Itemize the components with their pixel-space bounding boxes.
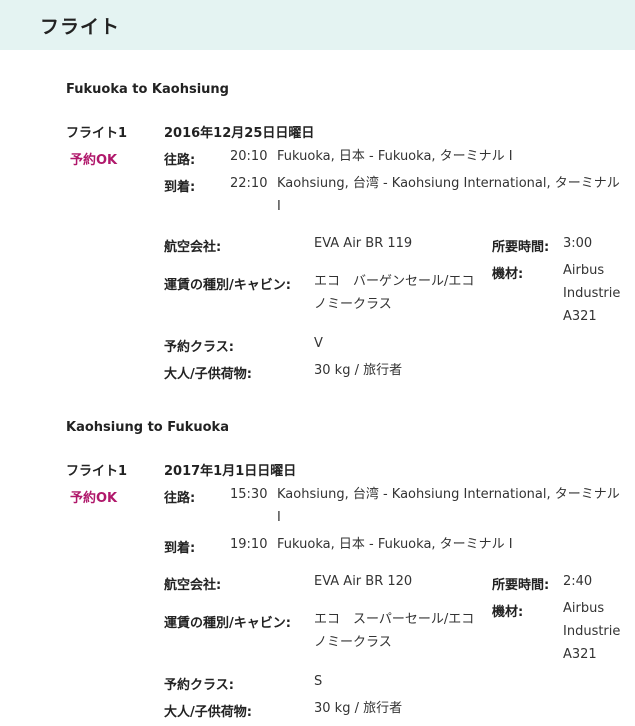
booking-class-value: V <box>314 336 323 351</box>
flight-number-label: フライト1 <box>66 126 128 141</box>
arrival-time: 22:10 <box>230 176 268 191</box>
arrival-place: Fukuoka, 日本 - Fukuoka, ターミナル I <box>277 537 513 552</box>
baggage-label: 大人/子供荷物: <box>164 705 252 720</box>
booking-class-label: 予約クラス: <box>164 678 234 693</box>
departure-time: 20:10 <box>230 149 268 164</box>
fare-class-label: 運賃の種別/キャビン: <box>164 616 291 631</box>
arrival-time: 19:10 <box>230 537 268 552</box>
flight-date: 2016年12月25日日曜日 <box>164 126 315 141</box>
aircraft-value: Airbus Industrie A321 <box>563 601 621 662</box>
arrival-place: Kaohsiung, 台湾 - Kaohsiung International,… <box>277 176 620 214</box>
fare-class-label: 運賃の種別/キャビン: <box>164 278 291 293</box>
section-header: フライト <box>0 0 635 50</box>
departure-place: Fukuoka, 日本 - Fukuoka, ターミナル I <box>277 149 513 164</box>
airline-label: 航空会社: <box>164 240 222 255</box>
booking-class-value: S <box>314 674 323 689</box>
duration-label: 所要時間: <box>492 578 550 593</box>
booking-class-label: 予約クラス: <box>164 340 234 355</box>
arrival-label: 到着: <box>164 180 196 195</box>
duration-label: 所要時間: <box>492 240 550 255</box>
flight-date: 2017年1月1日日曜日 <box>164 464 297 479</box>
aircraft-label: 機材: <box>492 267 524 282</box>
airline-label: 航空会社: <box>164 578 222 593</box>
route-title: Kaohsiung to Fukuoka <box>66 420 229 435</box>
baggage-value: 30 kg / 旅行者 <box>314 701 403 716</box>
departure-time: 15:30 <box>230 487 268 502</box>
departure-label: 往路: <box>164 153 196 168</box>
booking-status-badge: 予約OK <box>70 153 118 168</box>
flight-number-label: フライト1 <box>66 464 128 479</box>
departure-place: Kaohsiung, 台湾 - Kaohsiung International,… <box>277 487 620 525</box>
fare-class-value: エコ バーゲンセール/エコノミークラス <box>314 274 475 312</box>
baggage-label: 大人/子供荷物: <box>164 367 252 382</box>
aircraft-label: 機材: <box>492 605 524 620</box>
booking-status-badge: 予約OK <box>70 491 118 506</box>
section-title: フライト <box>40 16 121 38</box>
baggage-value: 30 kg / 旅行者 <box>314 363 403 378</box>
flight-details-page: フライト Fukuoka to Kaohsiung フライト1 2016年12月… <box>0 0 635 726</box>
airline-value: EVA Air BR 119 <box>314 236 413 251</box>
duration-value: 2:40 <box>563 574 593 589</box>
airline-value: EVA Air BR 120 <box>314 574 413 589</box>
duration-value: 3:00 <box>563 236 593 251</box>
fare-class-value: エコ スーパーセール/エコノミークラス <box>314 612 475 650</box>
aircraft-value: Airbus Industrie A321 <box>563 263 621 324</box>
arrival-label: 到着: <box>164 541 196 556</box>
route-title: Fukuoka to Kaohsiung <box>66 82 229 97</box>
departure-label: 往路: <box>164 491 196 506</box>
